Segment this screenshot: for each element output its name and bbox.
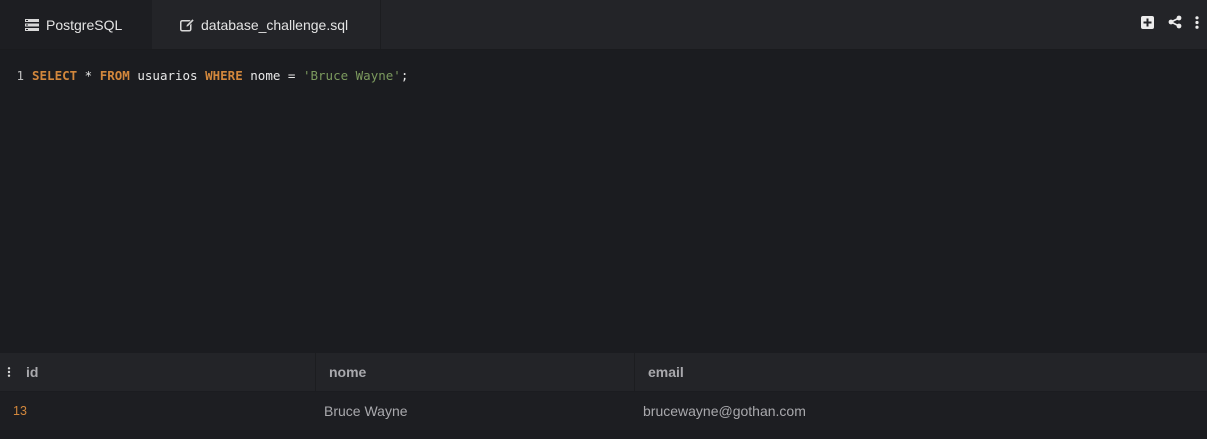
share-icon[interactable] bbox=[1165, 12, 1185, 32]
cell-id[interactable]: 13 bbox=[0, 392, 316, 430]
list-icon bbox=[24, 17, 40, 33]
operator-star: * bbox=[77, 67, 100, 83]
tab-label: database_challenge.sql bbox=[201, 16, 349, 33]
more-vertical-icon[interactable] bbox=[1193, 12, 1201, 32]
keyword-where: WHERE bbox=[205, 67, 243, 83]
column-header-label: email bbox=[648, 364, 684, 380]
column-header-email[interactable]: email bbox=[635, 353, 1207, 391]
line-number: 1 bbox=[16, 67, 24, 83]
app-window: PostgreSQL database_challenge.sql 1 SELE… bbox=[0, 0, 1207, 439]
toolbar bbox=[1129, 0, 1201, 44]
column-header-id[interactable]: id bbox=[0, 353, 316, 391]
add-box-icon[interactable] bbox=[1137, 12, 1157, 32]
string-literal: 'Bruce Wayne' bbox=[302, 67, 401, 83]
tab-label: PostgreSQL bbox=[46, 16, 123, 33]
grid-header: id nome email bbox=[0, 353, 1207, 391]
code-text: SELECT * FROM usuarios WHERE nome = 'Bru… bbox=[32, 68, 408, 83]
edit-icon bbox=[179, 17, 195, 33]
tab-bar: PostgreSQL database_challenge.sql bbox=[0, 0, 1207, 50]
condition: nome = bbox=[242, 67, 303, 83]
column-header-nome[interactable]: nome bbox=[316, 353, 635, 391]
table-name: usuarios bbox=[129, 67, 206, 83]
table-row[interactable]: 13 Bruce Wayne brucewayne@gothan.com bbox=[0, 392, 1207, 430]
keyword-from: FROM bbox=[99, 67, 130, 83]
keyword-select: SELECT bbox=[32, 67, 78, 83]
code-line-1: 1 SELECT * FROM usuarios WHERE nome = 'B… bbox=[0, 66, 408, 84]
statement-end: ; bbox=[400, 67, 409, 83]
sql-editor[interactable]: 1 SELECT * FROM usuarios WHERE nome = 'B… bbox=[0, 50, 1207, 338]
column-menu-icon[interactable] bbox=[7, 364, 11, 378]
tab-database-challenge[interactable]: database_challenge.sql bbox=[152, 0, 381, 49]
cell-email[interactable]: brucewayne@gothan.com bbox=[635, 392, 1207, 430]
column-header-label: id bbox=[26, 364, 39, 380]
cell-nome[interactable]: Bruce Wayne bbox=[316, 392, 635, 430]
results-grid: id nome email 13 Bruce Wayne brucewayne@… bbox=[0, 338, 1207, 439]
tab-postgresql[interactable]: PostgreSQL bbox=[0, 0, 152, 49]
column-header-label: nome bbox=[329, 364, 367, 380]
